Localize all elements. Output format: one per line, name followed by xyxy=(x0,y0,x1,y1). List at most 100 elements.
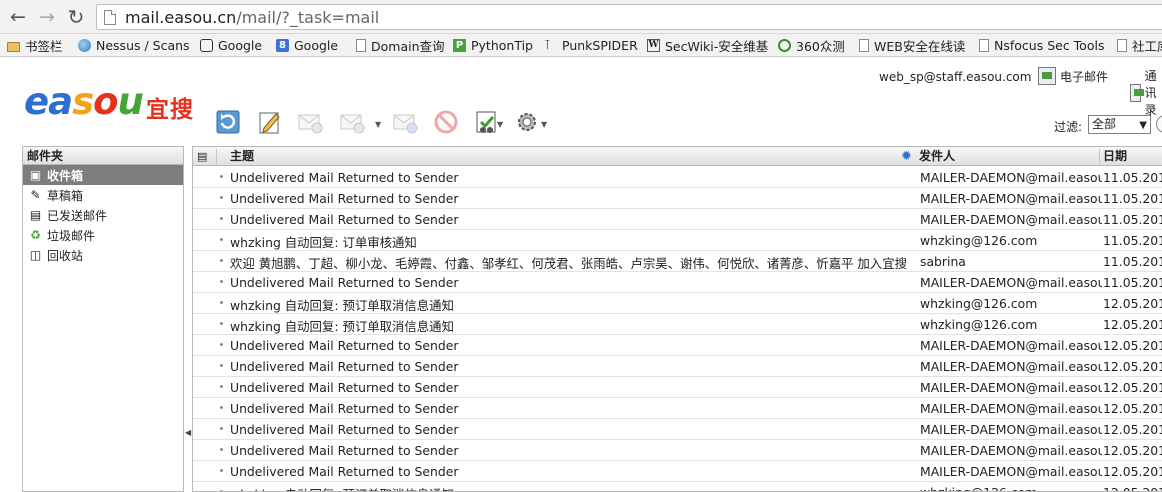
filter-value: 全部 xyxy=(1092,117,1117,131)
bookmark-label: 360众测 xyxy=(796,39,845,54)
easou-logo[interactable]: easou 宜搜 xyxy=(24,82,202,128)
message-row[interactable]: whzking 自动回复: 预订单取消信息通知whzking@126.com12… xyxy=(193,314,1162,335)
trash-icon: ◫ xyxy=(29,248,42,262)
message-row[interactable]: Undelivered Mail Returned to Sender MAILE… xyxy=(193,272,1162,293)
unread-dot-icon xyxy=(220,385,223,388)
bookmark-secwiki[interactable]: W SecWiki-安全维基 xyxy=(647,37,768,54)
logo-text: easou xyxy=(24,80,144,123)
bookmark-folder[interactable]: 书签栏 xyxy=(7,37,63,54)
secwiki-icon: W xyxy=(647,39,660,52)
column-from[interactable]: 发件人 xyxy=(919,147,955,166)
address-bar[interactable]: mail.easou.cn/mail/?_task=mail xyxy=(96,4,1162,30)
page-icon xyxy=(104,9,116,25)
folder-label: 收件箱 xyxy=(47,168,84,183)
folder-pane-title: 邮件夹 xyxy=(23,147,183,165)
message-row[interactable]: Undelivered Mail Returned to Sender MAILE… xyxy=(193,356,1162,377)
settings-button[interactable] xyxy=(512,107,542,137)
mark-dropdown-icon[interactable]: ▼ xyxy=(497,120,503,129)
message-row[interactable]: Undelivered Mail Returned to Sender MAILE… xyxy=(193,167,1162,188)
forward-arrow-icon[interactable]: → xyxy=(36,6,58,28)
folder-label: 已发送邮件 xyxy=(47,208,108,223)
reply-button[interactable] xyxy=(295,107,325,137)
reply-all-dropdown-icon[interactable]: ▼ xyxy=(375,120,381,129)
column-subject[interactable]: 主题 xyxy=(230,147,254,166)
unread-dot-icon xyxy=(220,448,223,451)
pane-splitter[interactable] xyxy=(184,146,191,492)
folder-sent[interactable]: ▤ 已发送邮件 xyxy=(23,205,183,225)
message-subject: Undelivered Mail Returned to Sender xyxy=(230,380,459,395)
message-row[interactable]: Undelivered Mail Returned to Sender MAILE… xyxy=(193,461,1162,482)
folder-drafts[interactable]: ✎ 草稿箱 xyxy=(23,185,183,205)
message-row[interactable]: Undelivered Mail Returned to Sender MAILE… xyxy=(193,209,1162,230)
settings-dropdown-icon[interactable]: ▼ xyxy=(541,120,547,129)
delete-button[interactable] xyxy=(431,107,461,137)
compose-button[interactable] xyxy=(255,107,285,137)
message-date: 11.05.201 xyxy=(1103,275,1162,290)
message-row[interactable]: Undelivered Mail Returned to Sender MAILE… xyxy=(193,419,1162,440)
message-from: MAILER-DAEMON@mail.easou. xyxy=(920,401,1102,416)
header-separator xyxy=(216,149,217,164)
unread-dot-icon xyxy=(220,259,223,262)
message-row[interactable]: Undelivered Mail Returned to Sender MAILE… xyxy=(193,188,1162,209)
back-arrow-icon[interactable]: ← xyxy=(7,6,29,28)
filter-select[interactable]: 全部 ▼ xyxy=(1088,115,1151,134)
bookmark-google[interactable]: Google xyxy=(200,37,262,54)
bookmark-nsfocus[interactable]: Nsfocus Sec Tools xyxy=(979,37,1104,54)
folder-label: 回收站 xyxy=(47,248,84,263)
message-subject: Undelivered Mail Returned to Sender xyxy=(230,401,459,416)
message-date: 12.05.201 xyxy=(1103,359,1162,374)
message-date: 12.05.201 xyxy=(1103,485,1162,491)
bookmark-label: Nessus / Scans xyxy=(96,38,190,53)
address-book-link[interactable]: 通讯录 xyxy=(1130,67,1162,118)
message-from: whzking@126.com xyxy=(920,296,1038,311)
message-row[interactable]: Undelivered Mail Returned to Sender MAILE… xyxy=(193,335,1162,356)
bookmark-punkspider[interactable]: ⊺ PunkSPIDER xyxy=(544,37,638,54)
message-row[interactable]: whzking 自动回复: 订单审核通知 whzking@126.com 11.05… xyxy=(193,230,1162,251)
message-subject: whzking 自动回复: 预订单取消信息通知 xyxy=(230,298,454,313)
bookmark-domain[interactable]: Domain查询 xyxy=(356,37,445,54)
sort-star-icon[interactable]: ✹ xyxy=(901,147,912,166)
page-icon xyxy=(1117,39,1127,52)
message-row[interactable]: Undelivered Mail Returned to Sender MAILE… xyxy=(193,440,1162,461)
bookmark-google-2[interactable]: 8 Google xyxy=(276,37,338,54)
message-from: MAILER-DAEMON@mail.easou. xyxy=(920,338,1102,353)
folder-junk[interactable]: ♻ 垃圾邮件 xyxy=(23,225,183,245)
bookmark-pythontip[interactable]: P PythonTip xyxy=(453,37,533,54)
logo-part: s xyxy=(72,80,94,123)
unread-dot-icon xyxy=(220,406,223,409)
message-row[interactable]: Undelivered Mail Returned to Sender MAILE… xyxy=(193,398,1162,419)
list-options-icon[interactable]: ▤ xyxy=(197,147,207,166)
reload-icon[interactable]: ↻ xyxy=(65,5,87,29)
folder-trash[interactable]: ◫ 回收站 xyxy=(23,245,183,265)
forward-icon xyxy=(393,114,418,134)
mail-app-link[interactable]: 电子邮件 xyxy=(1038,67,1108,85)
forward-button[interactable] xyxy=(390,107,420,137)
bookmark-nessus[interactable]: Nessus / Scans xyxy=(78,37,190,54)
pythontip-icon: P xyxy=(453,39,466,52)
message-row[interactable]: whzking 自动回复: 预订单取消信息通知whzking@126.com12… xyxy=(193,293,1162,314)
collapse-arrow-icon[interactable]: ◀ xyxy=(185,428,191,437)
bookmark-sgk[interactable]: 社工库 xyxy=(1117,37,1162,54)
message-row[interactable]: whzking 自动回复: 预订单取消信息通知whzking@126.com12… xyxy=(193,482,1162,491)
message-row[interactable]: 欢迎 黄旭鹏、丁超、柳小龙、毛婷霞、付鑫、邹孝红、何茂君、张雨皓、卢宗昊、谢伟、… xyxy=(193,251,1162,272)
refresh-button[interactable] xyxy=(213,107,243,137)
bookmark-websec[interactable]: WEB安全在线读 xyxy=(859,37,965,54)
unread-dot-icon xyxy=(220,217,223,220)
bookmark-label: Nsfocus Sec Tools xyxy=(994,38,1105,53)
browser-toolbar: ← → ↻ mail.easou.cn/mail/?_task=mail xyxy=(0,0,1162,34)
bookmark-360[interactable]: 360众测 xyxy=(778,37,845,54)
google-icon xyxy=(200,39,213,52)
message-from: MAILER-DAEMON@mail.easou. xyxy=(920,212,1102,227)
delete-icon xyxy=(434,110,458,134)
filter-label: 过滤: xyxy=(1054,120,1083,134)
message-row[interactable]: Undelivered Mail Returned to Sender MAILE… xyxy=(193,377,1162,398)
google-blue-icon: 8 xyxy=(276,39,289,52)
column-date[interactable]: 日期 xyxy=(1103,147,1127,166)
reply-all-button[interactable] xyxy=(337,107,367,137)
search-options-button[interactable] xyxy=(1156,115,1162,133)
message-from: MAILER-DAEMON@mail.easou. xyxy=(920,275,1102,290)
junk-icon: ♻ xyxy=(30,228,41,242)
message-date: 12.05.201 xyxy=(1103,338,1162,353)
message-rows: Undelivered Mail Returned to Sender MAILE… xyxy=(193,167,1162,491)
folder-inbox[interactable]: ▣ 收件箱 xyxy=(23,165,183,185)
